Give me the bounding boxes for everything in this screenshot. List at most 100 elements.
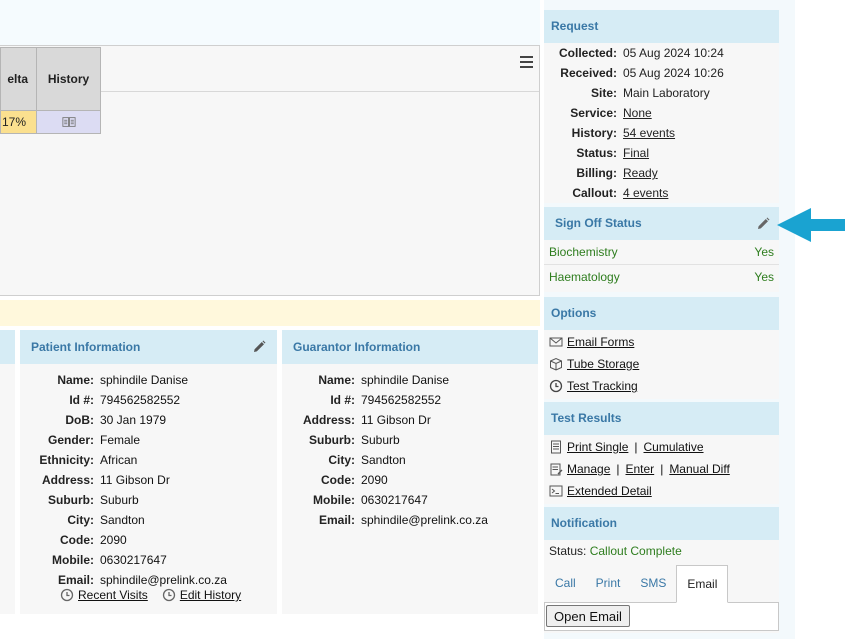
patient-information: Patient Information Name: sphindile Danis… — [20, 330, 277, 614]
field-row: Suburb: Suburb — [20, 490, 277, 510]
notification-tabs: Call Print SMS Email — [544, 565, 779, 603]
field-label: Status: — [576, 146, 617, 160]
field-label: Mobile: — [313, 493, 355, 507]
document-icon — [551, 440, 561, 454]
option-test-tracking: Test Tracking — [544, 375, 779, 397]
field-row: Id #: 794562582552 — [20, 390, 277, 410]
sign-off-title: Sign Off Status — [555, 216, 642, 230]
field-label: Callout: — [572, 186, 617, 200]
field-row: Name: sphindile Danise — [282, 370, 538, 390]
field-value: sphindile Danise — [361, 373, 450, 387]
tube-storage-link[interactable]: Tube Storage — [567, 353, 639, 375]
recent-visits-link[interactable]: Recent Visits — [60, 588, 148, 602]
email-tab-panel: Open Email — [544, 603, 779, 631]
field-value: 2090 — [361, 473, 388, 487]
stub-info-box — [0, 330, 15, 614]
tab-sms[interactable]: SMS — [630, 565, 676, 602]
delta-cell: 17% — [0, 110, 37, 134]
field-value-link[interactable]: None — [617, 103, 652, 123]
field-row: Gender: Female — [20, 430, 277, 450]
sign-off-value: Yes — [754, 270, 774, 284]
cumulative-link[interactable]: Cumulative — [644, 436, 704, 458]
field-label: Mobile: — [52, 553, 94, 567]
history-cell[interactable] — [36, 110, 101, 134]
guarantor-fields: Name: sphindile Danise Id #: 794562582552 Ad… — [282, 364, 538, 530]
field-row: Email: sphindile@prelink.co.za — [282, 510, 538, 530]
field-row: Mobile: 0630217647 — [282, 490, 538, 510]
field-row: Received: 05 Aug 2024 10:26 — [544, 63, 779, 83]
field-row: Service: None — [544, 103, 779, 123]
field-row: Email: sphindile@prelink.co.za — [20, 570, 277, 590]
tab-email[interactable]: Email — [676, 565, 729, 603]
column-header-history[interactable]: History — [36, 47, 101, 111]
field-value: 11 Gibson Dr — [100, 473, 170, 487]
test-results-extended-row: Extended Detail — [544, 480, 779, 502]
field-value: Sandton — [361, 453, 406, 467]
options-header: Options — [544, 297, 779, 330]
email-forms-link[interactable]: Email Forms — [567, 331, 634, 353]
tab-call[interactable]: Call — [545, 565, 586, 602]
field-row: Address: 11 Gibson Dr — [282, 410, 538, 430]
field-label: Id #: — [69, 393, 94, 407]
field-label: Service: — [570, 106, 617, 120]
edit-pencil-icon[interactable] — [755, 216, 771, 232]
field-value: 0630217647 — [361, 493, 428, 507]
test-results-manage-row: Manage | Enter | Manual Diff — [544, 458, 779, 480]
field-label: Billing: — [576, 166, 617, 180]
table-row: 17% — [0, 110, 101, 134]
notification-section: Notification Status: Callout Complete Ca… — [544, 507, 779, 633]
manual-diff-link[interactable]: Manual Diff — [669, 458, 729, 480]
menu-icon[interactable] — [520, 56, 533, 68]
separator: | — [616, 462, 620, 476]
terminal-icon — [549, 485, 563, 497]
right-sidebar: Request Collected: 05 Aug 2024 10:24 Recei… — [544, 0, 795, 639]
field-value: sphindile Danise — [100, 373, 189, 387]
field-value: 11 Gibson Dr — [361, 413, 431, 427]
notification-status-value: Callout Complete — [589, 544, 682, 558]
tab-print[interactable]: Print — [586, 565, 631, 602]
extended-detail-link[interactable]: Extended Detail — [567, 480, 652, 502]
field-value: 30 Jan 1979 — [100, 413, 167, 427]
field-value: Suburb — [361, 433, 400, 447]
sign-off-row: Haematology Yes — [544, 265, 779, 290]
field-value: sphindile@prelink.co.za — [100, 573, 227, 587]
field-value-link[interactable]: 54 events — [617, 123, 675, 143]
print-single-link[interactable]: Print Single — [567, 436, 628, 458]
options-section: Options Email Forms Tube Storage Test Tr… — [544, 297, 779, 399]
test-tracking-link[interactable]: Test Tracking — [567, 375, 638, 397]
field-value: Suburb — [100, 493, 139, 507]
clipboard-edit-icon — [550, 463, 563, 476]
field-label: City: — [67, 513, 94, 527]
field-value: Main Laboratory — [623, 86, 710, 100]
guarantor-information-title: Guarantor Information — [293, 340, 421, 354]
field-value: 05 Aug 2024 10:24 — [623, 46, 724, 60]
column-header-delta[interactable]: elta — [0, 47, 37, 111]
edit-history-link[interactable]: Edit History — [162, 588, 241, 602]
sign-off-section: Sign Off Status Biochemistry Yes Haematolo… — [544, 207, 779, 292]
book-icon[interactable] — [61, 115, 76, 129]
field-value: 2090 — [100, 533, 127, 547]
field-value: sphindile@prelink.co.za — [361, 513, 488, 527]
field-row: Collected: 05 Aug 2024 10:24 — [544, 43, 779, 63]
manage-link[interactable]: Manage — [567, 458, 610, 480]
field-row: Site: Main Laboratory — [544, 83, 779, 103]
edit-pencil-icon[interactable] — [251, 339, 267, 355]
field-row: Address: 11 Gibson Dr — [20, 470, 277, 490]
history-clock-icon — [60, 588, 74, 602]
guarantor-information-header: Guarantor Information — [282, 330, 538, 364]
field-row: Ethnicity: African — [20, 450, 277, 470]
guarantor-information: Guarantor Information Name: sphindile Dan… — [282, 330, 538, 614]
sign-off-row: Biochemistry Yes — [544, 240, 779, 265]
field-row: City: Sandton — [282, 450, 538, 470]
test-results-header: Test Results — [544, 402, 779, 435]
sign-off-header: Sign Off Status — [544, 207, 779, 240]
field-value-link[interactable]: Final — [617, 143, 649, 163]
field-label: Email: — [318, 513, 355, 527]
open-email-button[interactable]: Open Email — [546, 605, 630, 627]
enter-link[interactable]: Enter — [626, 458, 655, 480]
field-value-link[interactable]: 4 events — [617, 183, 668, 203]
field-value-link[interactable]: Ready — [617, 163, 658, 183]
field-label: Suburb: — [48, 493, 94, 507]
field-row: Mobile: 0630217647 — [20, 550, 277, 570]
field-label: Gender: — [47, 433, 94, 447]
